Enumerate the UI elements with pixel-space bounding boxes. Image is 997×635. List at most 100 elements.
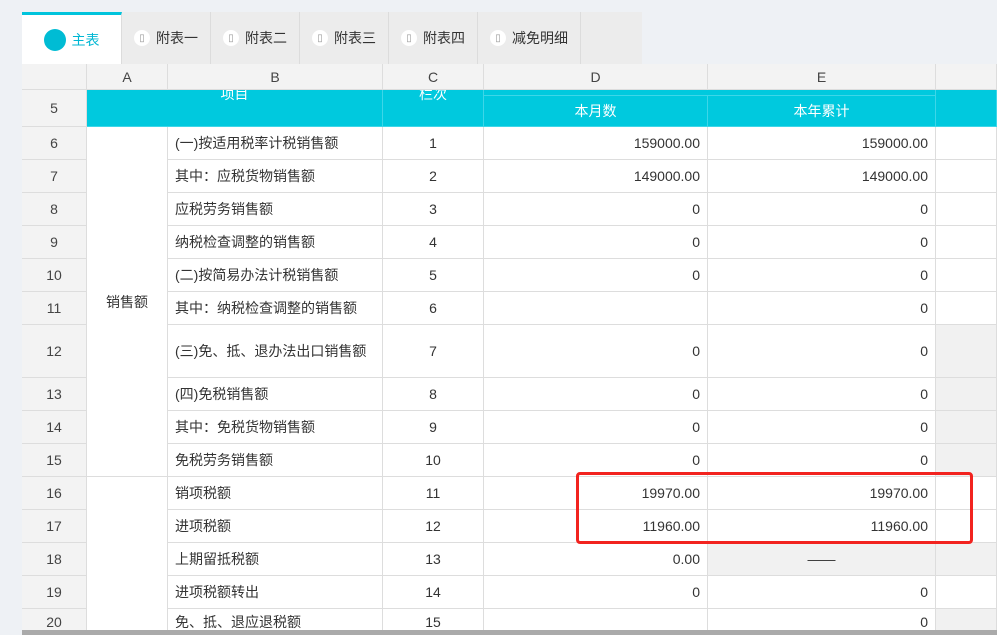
row-header[interactable]: 19 <box>22 576 87 609</box>
extra-cell <box>936 378 997 411</box>
column-no-cell: 7 <box>383 325 484 378</box>
clipboard-icon: ▯ <box>223 30 239 46</box>
group-cell <box>87 477 168 635</box>
year-value-cell[interactable]: 149000.00 <box>708 160 936 193</box>
column-no-cell: 12 <box>383 510 484 543</box>
column-header-A[interactable]: A <box>87 64 168 90</box>
sheet-tabs: 主表 ▯附表一 ▯ 附表二 ▯ 附表三 ▯ 附表四 ▯减免明细 <box>22 12 642 64</box>
tab-0[interactable]: 主表 <box>22 12 122 64</box>
extra-cell <box>936 127 997 160</box>
row-header[interactable]: 9 <box>22 226 87 259</box>
month-value-cell[interactable]: 0 <box>484 226 708 259</box>
item-cell[interactable]: (三)免、抵、退办法出口销售额 <box>168 325 383 378</box>
extra-cell <box>936 160 997 193</box>
row-header[interactable]: 7 <box>22 160 87 193</box>
year-value-cell[interactable]: 0 <box>708 193 936 226</box>
header-year: 本年累计 <box>708 96 936 127</box>
tab-2[interactable]: ▯ 附表二 <box>211 12 300 64</box>
item-cell[interactable]: (二)按简易办法计税销售额 <box>168 259 383 292</box>
clipboard-icon: ▯ <box>312 30 328 46</box>
item-cell[interactable]: 应税劳务销售额 <box>168 193 383 226</box>
column-no-cell: 11 <box>383 477 484 510</box>
column-no-cell: 10 <box>383 444 484 477</box>
row-header[interactable]: 17 <box>22 510 87 543</box>
year-value-cell[interactable]: 0 <box>708 259 936 292</box>
extra-cell <box>936 226 997 259</box>
item-cell[interactable]: 进项税额转出 <box>168 576 383 609</box>
column-header-F[interactable] <box>936 64 997 90</box>
year-value-cell[interactable]: 159000.00 <box>708 127 936 160</box>
column-header-D[interactable]: D <box>484 64 708 90</box>
row-header[interactable]: 11 <box>22 292 87 325</box>
header-item: 项目 <box>87 90 383 127</box>
month-value-cell[interactable]: 0 <box>484 411 708 444</box>
item-cell[interactable]: 销项税额 <box>168 477 383 510</box>
item-cell[interactable]: (一)按适用税率计税销售额 <box>168 127 383 160</box>
item-cell[interactable]: (四)免税销售额 <box>168 378 383 411</box>
month-value-cell[interactable]: 149000.00 <box>484 160 708 193</box>
extra-cell <box>936 292 997 325</box>
row-header[interactable]: 15 <box>22 444 87 477</box>
year-value-cell[interactable]: 0 <box>708 576 936 609</box>
month-value-cell[interactable]: 0 <box>484 193 708 226</box>
year-value-cell: —— <box>708 543 936 576</box>
month-value-cell[interactable]: 0 <box>484 576 708 609</box>
column-header-E[interactable]: E <box>708 64 936 90</box>
item-cell[interactable]: 上期留抵税额 <box>168 543 383 576</box>
column-no-cell: 4 <box>383 226 484 259</box>
tab-label: 主表 <box>72 30 100 50</box>
month-value-cell[interactable]: 0 <box>484 325 708 378</box>
clipboard-icon: ▯ <box>401 30 417 46</box>
month-value-cell[interactable]: 0 <box>484 259 708 292</box>
column-no-cell: 6 <box>383 292 484 325</box>
column-no-cell: 14 <box>383 576 484 609</box>
column-no-cell: 3 <box>383 193 484 226</box>
month-value-cell[interactable] <box>484 292 708 325</box>
header-f <box>936 90 997 127</box>
row-header[interactable]: 14 <box>22 411 87 444</box>
row-header[interactable]: 6 <box>22 127 87 160</box>
item-cell[interactable]: 纳税检查调整的销售额 <box>168 226 383 259</box>
year-value-cell[interactable]: 0 <box>708 325 936 378</box>
year-value-cell[interactable]: 0 <box>708 226 936 259</box>
item-cell[interactable]: 免税劳务销售额 <box>168 444 383 477</box>
tab-4[interactable]: ▯ 附表四 <box>389 12 478 64</box>
spreadsheet-grid: ABCDE5项目栏次本月数本年累计销售额6(一)按适用税率计税销售额115900… <box>22 64 997 635</box>
row-header[interactable]: 8 <box>22 193 87 226</box>
horizontal-scrollbar[interactable] <box>22 630 997 635</box>
row-header[interactable]: 12 <box>22 325 87 378</box>
month-value-cell[interactable]: 0.00 <box>484 543 708 576</box>
item-cell[interactable]: 其中：纳税检查调整的销售额 <box>168 292 383 325</box>
column-no-cell: 5 <box>383 259 484 292</box>
main-sheet-icon <box>44 29 66 51</box>
tab-5[interactable]: ▯减免明细 <box>478 12 581 64</box>
tab-label: 附表三 <box>334 28 376 48</box>
tab-label: 附表二 <box>245 28 287 48</box>
column-header-B[interactable]: B <box>168 64 383 90</box>
item-cell[interactable]: 其中：免税货物销售额 <box>168 411 383 444</box>
row-header[interactable]: 10 <box>22 259 87 292</box>
item-cell[interactable]: 其中：应税货物销售额 <box>168 160 383 193</box>
row-header[interactable]: 18 <box>22 543 87 576</box>
extra-cell <box>936 325 997 378</box>
year-value-cell[interactable]: 0 <box>708 292 936 325</box>
month-value-cell[interactable]: 0 <box>484 378 708 411</box>
row-header[interactable]: 13 <box>22 378 87 411</box>
header-column-no: 栏次 <box>383 90 484 127</box>
row-header[interactable]: 16 <box>22 477 87 510</box>
column-header-C[interactable]: C <box>383 64 484 90</box>
extra-cell <box>936 411 997 444</box>
tab-label: 附表四 <box>423 28 465 48</box>
row-header[interactable]: 5 <box>22 90 87 127</box>
year-value-cell[interactable]: 0 <box>708 378 936 411</box>
extra-cell <box>936 576 997 609</box>
tab-1[interactable]: ▯附表一 <box>122 12 211 64</box>
month-value-cell[interactable]: 159000.00 <box>484 127 708 160</box>
item-cell[interactable]: 进项税额 <box>168 510 383 543</box>
tab-3[interactable]: ▯ 附表三 <box>300 12 389 64</box>
year-value-cell[interactable]: 0 <box>708 411 936 444</box>
column-no-cell: 1 <box>383 127 484 160</box>
header-month: 本月数 <box>484 96 708 127</box>
column-no-cell: 9 <box>383 411 484 444</box>
select-all-corner[interactable] <box>22 64 87 90</box>
